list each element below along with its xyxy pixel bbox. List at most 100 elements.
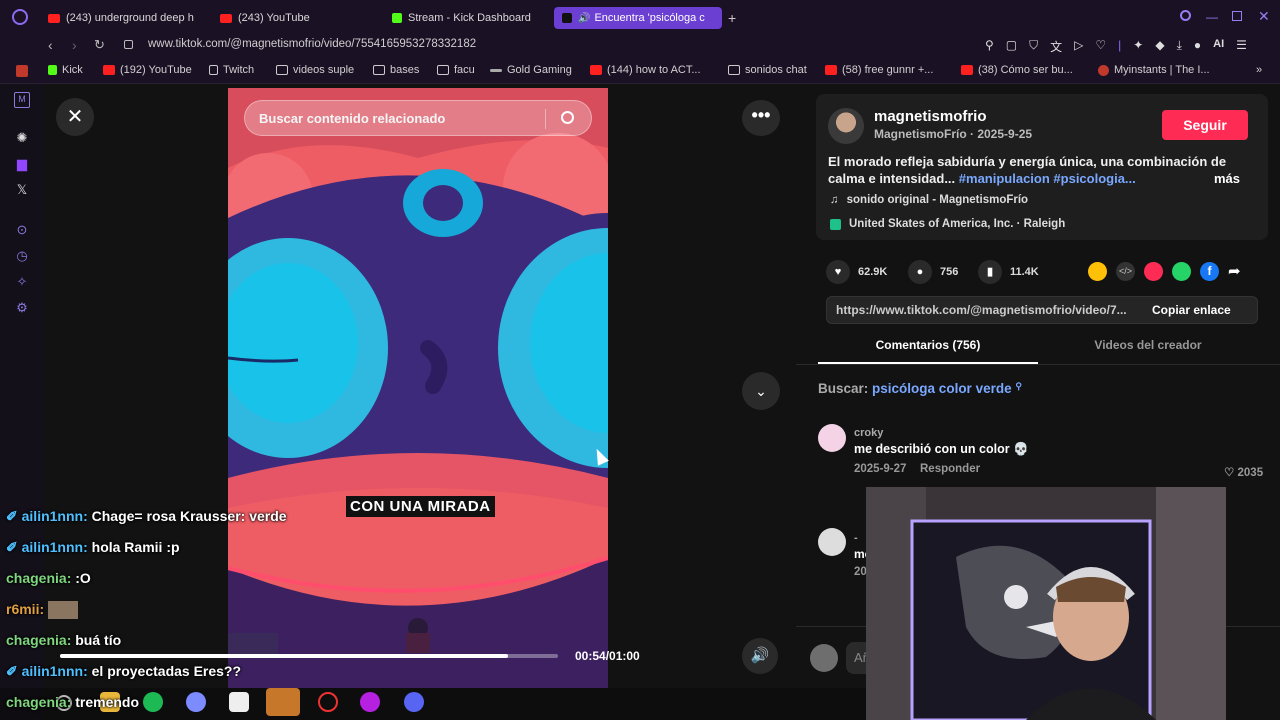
more-link[interactable]: más xyxy=(1214,171,1240,186)
whatsapp-icon[interactable] xyxy=(1172,262,1191,281)
bookmark-youtube[interactable]: (192) YouTube xyxy=(103,64,192,76)
spotify-icon[interactable] xyxy=(143,692,163,712)
volume-button[interactable]: 🔊 xyxy=(742,638,778,674)
sound-row[interactable]: ♫ sonido original - MagnetismoFrío xyxy=(830,194,1028,206)
comment-date: 2025-9-27 xyxy=(854,463,907,475)
new-tab-button[interactable]: + xyxy=(728,10,736,26)
like-stat[interactable]: ♥ 62.9K xyxy=(826,260,887,284)
chatgpt-icon[interactable]: ✺ xyxy=(14,130,30,146)
bookmark-bases[interactable]: bases xyxy=(373,64,419,76)
bookmark-twitch[interactable]: Twitch xyxy=(209,64,254,76)
heart-icon[interactable]: ♡ xyxy=(1095,38,1106,55)
next-video-button[interactable]: ⌄ xyxy=(742,372,780,410)
send-icon[interactable]: ▷ xyxy=(1074,38,1083,55)
screenshot-icon[interactable]: ▢ xyxy=(1006,38,1017,55)
search-tabs-icon[interactable] xyxy=(1180,10,1191,21)
extension-icon[interactable]: ✦ xyxy=(1133,38,1143,55)
more-options-button[interactable]: ••• xyxy=(742,100,780,136)
location-row[interactable]: United Skates of America, Inc. · Raleigh xyxy=(830,218,1065,230)
browser-logo-icon[interactable] xyxy=(12,9,28,25)
app-icon[interactable] xyxy=(186,692,206,712)
reply-button[interactable]: Responder xyxy=(920,463,980,475)
obs-icon[interactable] xyxy=(266,688,300,716)
progress-track[interactable] xyxy=(60,654,558,658)
browser-tab-bar: (243) underground deep h (243) YouTube S… xyxy=(0,0,1280,34)
video-caption: CON UNA MIRADA xyxy=(346,496,495,517)
send-share-icon[interactable] xyxy=(1144,262,1163,281)
x-icon[interactable]: 𝕏 xyxy=(14,182,30,198)
copy-link-button[interactable]: Copiar enlace xyxy=(1152,303,1231,317)
bookmark-sonidos-chat[interactable]: sonidos chat xyxy=(728,64,807,76)
comment-avatar[interactable] xyxy=(818,424,846,452)
menu-icon[interactable]: ☰ xyxy=(1236,38,1247,55)
reload-icon[interactable]: ↻ xyxy=(94,37,105,53)
translate-icon[interactable]: 文 xyxy=(1050,38,1062,55)
minimize-button[interactable]: — xyxy=(1206,10,1218,24)
search-icon[interactable] xyxy=(561,111,574,124)
settings-icon[interactable]: ⚙ xyxy=(14,300,30,316)
opera-icon[interactable] xyxy=(318,692,338,712)
youtube-icon xyxy=(590,65,602,75)
pin-icon[interactable]: ⚲ xyxy=(985,38,994,55)
close-window-button[interactable]: ✕ xyxy=(1258,8,1270,25)
video-player[interactable]: Buscar contenido relacionado CON UNA MIR… xyxy=(228,88,608,688)
sidebar-toggle-icon[interactable] xyxy=(16,65,28,77)
twitch-icon[interactable]: ▆ xyxy=(14,156,30,172)
comment-user[interactable]: croky xyxy=(854,427,883,439)
chat-text: hola Ramii :p xyxy=(91,539,180,555)
repost-icon[interactable] xyxy=(1088,262,1107,281)
comment-user[interactable]: - xyxy=(854,532,858,544)
chat-message: ✐ ailin1nnn: Chage= rosa Krausser: verde xyxy=(6,508,287,525)
mail-icon[interactable]: M xyxy=(14,92,30,108)
tab-youtube[interactable]: (243) YouTube xyxy=(220,7,370,29)
tab-underground[interactable]: (243) underground deep h xyxy=(48,7,203,29)
tabs-divider xyxy=(796,364,1280,365)
back-icon[interactable]: ‹ xyxy=(48,37,53,53)
discord-icon[interactable] xyxy=(404,692,424,712)
bookmark-como-ser[interactable]: (38) Cómo ser bu... xyxy=(961,64,1073,76)
capcut-icon[interactable] xyxy=(229,692,249,712)
follow-button[interactable]: Seguir xyxy=(1162,110,1248,140)
tab-tiktok-active[interactable]: 🔊 Encuentra 'psicóloga c xyxy=(554,7,722,29)
more-bookmarks-icon[interactable]: » xyxy=(1256,64,1262,76)
related-search-input[interactable]: Buscar contenido relacionado xyxy=(244,100,592,136)
video-link[interactable]: https://www.tiktok.com/@magnetismofrio/v… xyxy=(836,303,1136,317)
tab-comments[interactable]: Comentarios (756) xyxy=(818,338,1038,364)
bookmark-videos-suple[interactable]: videos suple xyxy=(276,64,354,76)
maximize-button[interactable] xyxy=(1232,11,1242,21)
comment-stat[interactable]: ● 756 xyxy=(908,260,958,284)
hashtags[interactable]: #manipulacion #psicologia... xyxy=(959,171,1136,186)
embed-icon[interactable]: </> xyxy=(1116,262,1135,281)
profile-icon[interactable]: ● xyxy=(1194,38,1201,55)
close-video-button[interactable]: ✕ xyxy=(56,98,94,136)
share-arrow-icon[interactable]: ➦ xyxy=(1228,262,1241,281)
comment-avatar[interactable] xyxy=(818,528,846,556)
facebook-icon[interactable]: f xyxy=(1200,262,1219,281)
play-icon[interactable]: ⊙ xyxy=(14,222,30,238)
history-icon[interactable]: ◷ xyxy=(14,248,30,264)
comment-like[interactable]: ♡ 2035 xyxy=(1224,465,1263,479)
chat-user: chagenia: xyxy=(6,570,72,586)
extensions-icon[interactable]: ✧ xyxy=(14,274,30,290)
comment-like-count: 2035 xyxy=(1237,467,1264,479)
bookmark-gold-gaming[interactable]: Gold Gaming xyxy=(490,64,572,76)
tab-creator-videos[interactable]: Videos del creador xyxy=(1038,338,1258,364)
tab-kick-dashboard[interactable]: Stream - Kick Dashboard xyxy=(392,7,542,29)
search-suggestion[interactable]: Buscar: psicóloga color verde ⚲ xyxy=(818,381,1022,396)
bookmark-facu[interactable]: facu xyxy=(437,64,475,76)
ai-button[interactable]: AI xyxy=(1213,38,1224,55)
creator-avatar[interactable] xyxy=(828,108,864,144)
save-stat[interactable]: ▮ 11.4K xyxy=(978,260,1039,284)
bookmark-myinstants[interactable]: Myinstants | The I... xyxy=(1098,64,1210,76)
download-icon[interactable]: ⤓ xyxy=(1177,38,1182,55)
bookmark-free-gunnr[interactable]: (58) free gunnr +... xyxy=(825,64,933,76)
bookmark-kick[interactable]: Kick xyxy=(48,64,83,76)
youtube-icon xyxy=(48,13,60,23)
bookmark-how-to-act[interactable]: (144) how to ACT... xyxy=(590,64,701,76)
wallet-icon[interactable]: ◆ xyxy=(1155,38,1164,55)
shield-icon[interactable]: ⛉ xyxy=(1029,38,1038,55)
url-field[interactable]: www.tiktok.com/@magnetismofrio/video/755… xyxy=(148,38,476,50)
canva-icon[interactable] xyxy=(360,692,380,712)
creator-username[interactable]: magnetismofrio xyxy=(874,108,987,125)
forward-icon[interactable]: › xyxy=(72,37,77,53)
